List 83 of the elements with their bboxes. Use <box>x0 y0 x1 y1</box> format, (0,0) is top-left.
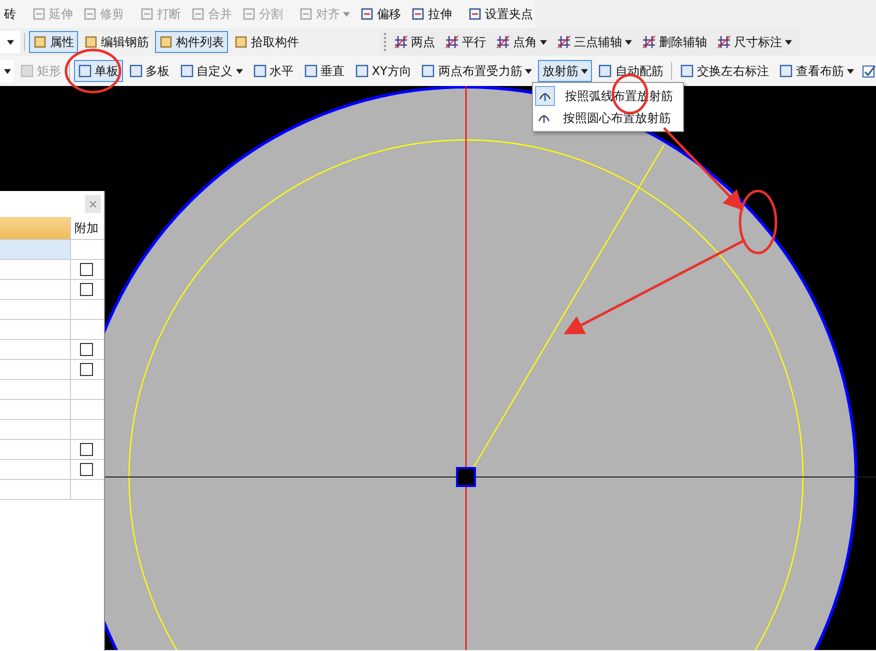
caret-icon <box>6 40 14 44</box>
column-header: 附加 <box>74 220 100 236</box>
tool-icon <box>242 7 256 21</box>
toolbar-button[interactable]: 两点 <box>390 31 439 53</box>
toolbar-button[interactable]: 三点辅轴 <box>553 31 636 53</box>
tool-icon <box>360 7 374 21</box>
checkbox[interactable] <box>80 283 93 296</box>
toolbar-button[interactable]: 属性 <box>29 31 78 53</box>
tool-icon <box>159 35 173 49</box>
tool-icon <box>354 64 369 78</box>
toolbar-button[interactable]: 查看布筋 <box>775 60 858 82</box>
tool-icon <box>680 64 694 78</box>
tool-icon <box>20 64 34 78</box>
tool-icon <box>234 35 248 49</box>
tool-icon <box>299 7 313 21</box>
table-row[interactable] <box>0 440 104 460</box>
tool-icon <box>191 7 205 21</box>
toolbar-button[interactable]: 设置夹点 <box>464 3 537 25</box>
toolbar-button[interactable]: 尺寸标注 <box>713 31 796 53</box>
caret-icon <box>4 68 11 74</box>
toolbar-button[interactable]: 多板 <box>124 60 174 82</box>
tool-icon <box>140 7 154 21</box>
caret-icon <box>785 40 792 44</box>
caret-icon <box>540 40 547 44</box>
toolbar-button[interactable]: 放射筋 <box>538 60 592 82</box>
tool-icon <box>252 64 267 78</box>
tool-icon <box>304 64 318 78</box>
dropdown-stub[interactable] <box>0 31 20 53</box>
tool-icon <box>33 35 47 49</box>
toolbar-button[interactable]: 砖 <box>0 3 20 25</box>
toolbar-button[interactable]: XY方向 <box>350 60 416 82</box>
toolbar-button[interactable]: 偏移 <box>356 3 405 25</box>
annotation-circle <box>738 190 778 254</box>
table-row[interactable] <box>0 280 104 300</box>
tool-icon <box>779 64 793 78</box>
checkbox[interactable] <box>80 443 93 456</box>
toolbar-button[interactable]: 编辑钢筋 <box>80 31 153 53</box>
checkbox[interactable] <box>80 263 93 276</box>
toolbar-button[interactable]: 平行 <box>441 31 490 53</box>
toolbar-button[interactable]: 单板 <box>74 60 123 82</box>
caret-icon <box>625 40 632 44</box>
tool-icon <box>32 7 46 21</box>
checkbox[interactable] <box>80 343 93 356</box>
checklist-icon[interactable] <box>862 64 876 78</box>
grid-lines-icon <box>445 35 459 49</box>
tool-icon <box>84 35 98 49</box>
center-point <box>456 467 476 487</box>
toolbar-button[interactable]: 水平 <box>248 60 298 82</box>
tool-icon <box>78 64 92 78</box>
checkbox[interactable] <box>80 463 93 476</box>
table-row[interactable] <box>0 460 104 480</box>
caret-icon <box>525 68 532 74</box>
grid-lines-icon <box>557 35 571 49</box>
tool-icon <box>468 7 482 21</box>
toolbar-button[interactable]: 拾取构件 <box>230 31 303 53</box>
grid-lines-icon <box>642 35 656 49</box>
grid-lines-icon <box>496 35 510 49</box>
grid-lines-icon <box>717 35 731 49</box>
grid-lines-icon <box>394 35 408 49</box>
tool-icon <box>180 64 194 78</box>
tool-icon <box>83 7 97 21</box>
caret-icon <box>581 68 588 74</box>
toolbar-button[interactable]: 垂直 <box>300 60 349 82</box>
tool-icon <box>128 64 143 78</box>
toolbar-button[interactable]: 点角 <box>492 31 551 53</box>
dropdown-stub[interactable] <box>0 60 14 82</box>
toolbar-button[interactable]: 两点布置受力筋 <box>417 60 536 82</box>
tool-icon <box>421 64 436 78</box>
checkbox[interactable] <box>80 363 93 376</box>
caret-icon <box>343 12 350 16</box>
tool-icon <box>411 7 425 21</box>
toolbar-button[interactable]: 自定义 <box>176 60 247 82</box>
toolbar-button[interactable]: 拉伸 <box>407 3 456 25</box>
caret-icon <box>847 68 854 74</box>
table-row[interactable] <box>0 260 104 280</box>
table-row[interactable] <box>0 340 104 360</box>
toolbar-button[interactable]: 构件列表 <box>155 31 228 53</box>
tool-icon <box>598 64 612 78</box>
toolbar-button[interactable]: 删除辅轴 <box>638 31 711 53</box>
annotation-circle <box>64 48 122 94</box>
table-row[interactable] <box>0 360 104 380</box>
caret-icon <box>236 68 243 74</box>
toolbar-button[interactable]: 交换左右标注 <box>676 60 773 82</box>
